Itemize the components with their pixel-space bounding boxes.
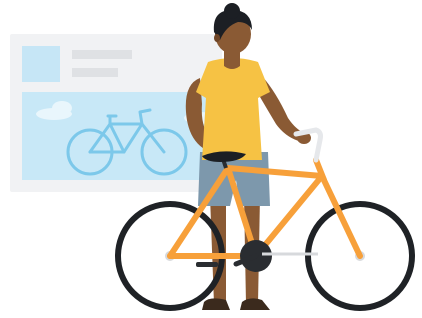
card-text-line-2: [72, 68, 118, 77]
right-shoe: [240, 298, 270, 310]
shirt: [196, 58, 270, 160]
pedal: [196, 262, 218, 267]
bike-illustration: [0, 0, 422, 318]
left-shoe: [202, 298, 230, 310]
card-thumbnail: [22, 46, 60, 82]
ear: [214, 34, 220, 42]
hair-bun: [224, 3, 240, 19]
illustration-svg: [10, 3, 415, 311]
card-text-line-1: [72, 50, 132, 59]
